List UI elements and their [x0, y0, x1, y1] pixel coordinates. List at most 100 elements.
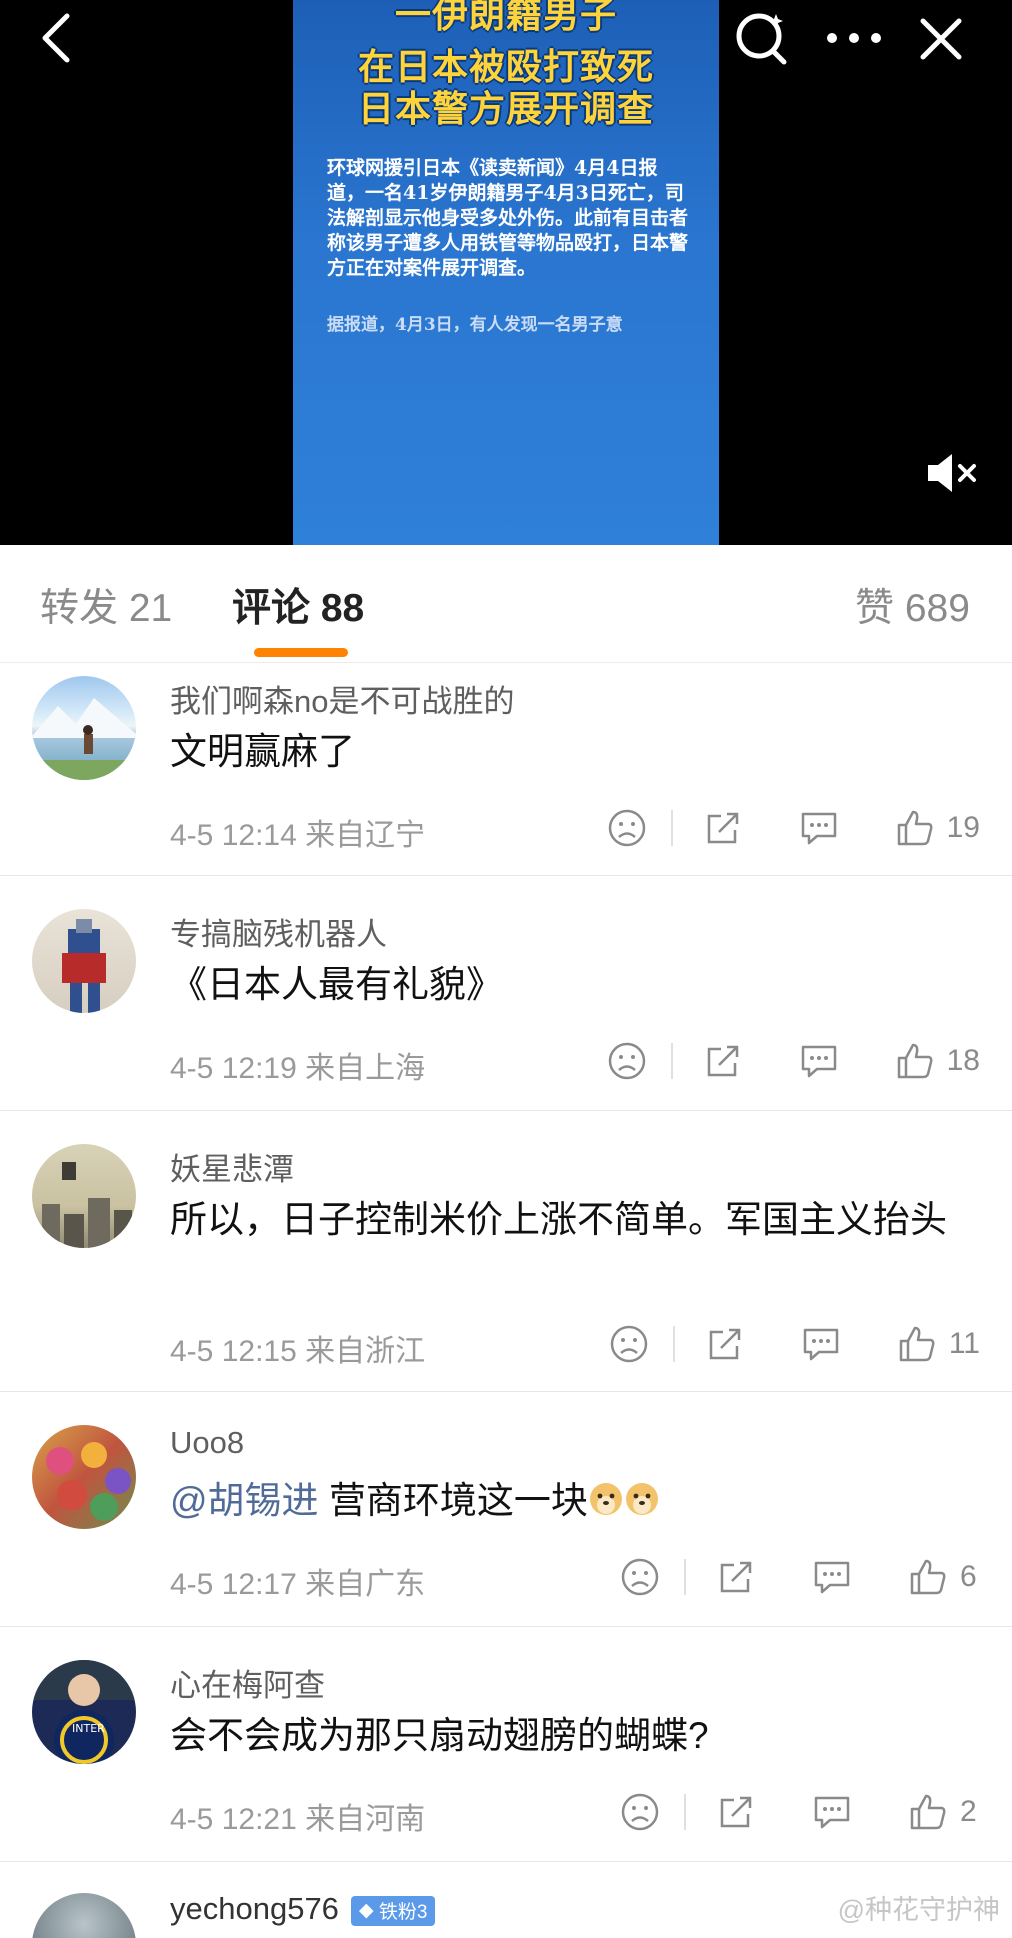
- comment-icon: [803, 1328, 839, 1361]
- dislike-button[interactable]: [609, 1324, 649, 1364]
- video-headline-3: 日本警方展开调查: [357, 88, 654, 130]
- avatar[interactable]: [32, 1425, 136, 1529]
- like-count: 2: [960, 1795, 977, 1828]
- like-button[interactable]: [895, 1041, 935, 1081]
- comment-icon: [801, 812, 836, 845]
- more-button[interactable]: [822, 18, 886, 58]
- like-count: 18: [946, 1044, 980, 1077]
- comment-time: 4-5 12:14: [170, 819, 297, 852]
- like-button[interactable]: [897, 1324, 937, 1364]
- doge-emoji-icon: [625, 1483, 658, 1515]
- comment-author[interactable]: Uoo8: [170, 1425, 244, 1461]
- svg-text:INTER: INTER: [72, 1722, 105, 1735]
- divider: [670, 1043, 673, 1079]
- comment-text-body: 营商环境这一块: [318, 1480, 588, 1521]
- reply-button[interactable]: [812, 1557, 852, 1597]
- comment-item: 专搞脑残机器人 《日本人最有礼貌》 4-5 12:19 来自上海 18: [0, 877, 1012, 1111]
- comment-item: Uoo8 @胡锡进 营商环境这一块 4-5 12:17 来自广东 6: [0, 1393, 1012, 1627]
- search-icon: [736, 13, 787, 65]
- close-button[interactable]: [912, 10, 970, 68]
- video-player[interactable]: 一伊朗籍男子 在日本被殴打致死 日本警方展开调查 环球网援引日本《读卖新闻》4月…: [0, 0, 1012, 545]
- mute-button[interactable]: [922, 448, 982, 498]
- share-button[interactable]: [705, 1324, 745, 1364]
- comment-author[interactable]: 我们啊森no是不可战胜的: [170, 676, 514, 721]
- comment-meta: 4-5 12:14 来自辽宁: [170, 810, 425, 854]
- mute-icon: [928, 454, 976, 492]
- comment-icon: [801, 1045, 836, 1078]
- comment-item: 妖星悲潭 所以，日子控制米价上涨不简单。军国主义抬头 4-5 12:15 来自浙…: [0, 1112, 1012, 1392]
- search-button[interactable]: [732, 8, 792, 68]
- dislike-button[interactable]: [607, 1041, 647, 1081]
- like-button[interactable]: [908, 1557, 948, 1597]
- comment-author[interactable]: 心在梅阿查: [170, 1660, 325, 1705]
- comment-time: 4-5 12:15: [170, 1335, 297, 1368]
- avatar[interactable]: [32, 909, 136, 1013]
- comment-icon: [814, 1796, 850, 1829]
- tab-repost[interactable]: 转发 21: [40, 577, 172, 633]
- fan-badge: ◆ 铁粉3: [350, 1895, 436, 1926]
- comment-location: 来自辽宁: [305, 819, 426, 852]
- frown-icon: [608, 809, 645, 847]
- avatar[interactable]: [32, 676, 136, 780]
- tab-like[interactable]: 赞 689: [855, 577, 970, 633]
- comment-author[interactable]: 妖星悲潭: [170, 1144, 294, 1189]
- tab-bar: 转发 21 评论 88 赞 689: [0, 545, 1012, 663]
- like-button[interactable]: [908, 1792, 948, 1832]
- avatar[interactable]: INTER: [32, 1660, 136, 1764]
- comment-time: 4-5 12:21: [170, 1803, 297, 1836]
- mention-link[interactable]: @胡锡进: [170, 1480, 319, 1521]
- video-body-text: 环球网援引日本《读卖新闻》4月4日报道，一名41岁伊朗籍男子4月3日死亡，司法解…: [327, 157, 689, 279]
- share-icon: [720, 1796, 752, 1828]
- comment-icon: [814, 1561, 850, 1594]
- divider: [672, 1326, 675, 1362]
- comment-meta: 4-5 12:15 来自浙江: [170, 1326, 425, 1370]
- divider: [684, 1559, 686, 1595]
- share-icon: [707, 1045, 738, 1077]
- comment-text: 《日本人最有礼貌》: [170, 964, 503, 1005]
- share-button[interactable]: [703, 1041, 743, 1081]
- more-icon: [827, 33, 881, 43]
- comment-text: 文明赢麻了: [170, 731, 355, 772]
- like-count: 11: [948, 1327, 980, 1360]
- comment-text: 会不会成为那只扇动翅膀的蝴蝶?: [170, 1715, 709, 1756]
- dislike-button[interactable]: [607, 808, 647, 848]
- frown-icon: [608, 1042, 645, 1080]
- comment-time: 4-5 12:17: [170, 1568, 297, 1601]
- tab-comment[interactable]: 评论 88: [232, 577, 364, 633]
- reply-button[interactable]: [812, 1792, 852, 1832]
- back-button[interactable]: [30, 10, 80, 66]
- like-button[interactable]: [895, 808, 935, 848]
- comment-location: 来自广东: [305, 1568, 426, 1601]
- divider: [684, 1794, 686, 1830]
- dislike-button[interactable]: [620, 1792, 660, 1832]
- comment-item: INTER 心在梅阿查 会不会成为那只扇动翅膀的蝴蝶? 4-5 12:21 来自…: [0, 1628, 1012, 1862]
- reply-button[interactable]: [799, 1041, 839, 1081]
- share-button[interactable]: [703, 808, 743, 848]
- share-icon: [720, 1561, 752, 1593]
- comment-location: 来自河南: [305, 1803, 426, 1836]
- like-count: 6: [960, 1560, 977, 1593]
- comment-location: 来自浙江: [305, 1335, 426, 1368]
- dislike-button[interactable]: [620, 1557, 660, 1597]
- comment-meta: 4-5 12:17 来自广东: [170, 1559, 425, 1603]
- comment-location: 来自上海: [305, 1052, 426, 1085]
- avatar[interactable]: [32, 1893, 136, 1938]
- comment-author[interactable]: yechong576 ◆ 铁粉3: [170, 1891, 436, 1927]
- close-icon: [920, 18, 962, 60]
- thumbs-up-icon: [897, 810, 933, 846]
- thumbs-up-icon: [910, 1794, 946, 1830]
- frown-icon: [621, 1793, 659, 1831]
- comment-author-name[interactable]: yechong576: [170, 1891, 339, 1926]
- reply-button[interactable]: [799, 808, 839, 848]
- share-button[interactable]: [716, 1792, 756, 1832]
- share-button[interactable]: [716, 1557, 756, 1597]
- comment-author[interactable]: 专搞脑残机器人: [170, 909, 387, 954]
- reply-button[interactable]: [801, 1324, 841, 1364]
- share-icon: [709, 1328, 741, 1360]
- avatar[interactable]: [32, 1144, 136, 1248]
- divider: [670, 810, 673, 846]
- comment-item: 我们啊森no是不可战胜的 文明赢麻了 4-5 12:14 来自辽宁 19: [0, 664, 1012, 876]
- share-icon: [707, 812, 738, 844]
- frown-icon: [621, 1558, 659, 1596]
- comment-text: 所以，日子控制米价上涨不简单。军国主义抬头: [170, 1199, 947, 1240]
